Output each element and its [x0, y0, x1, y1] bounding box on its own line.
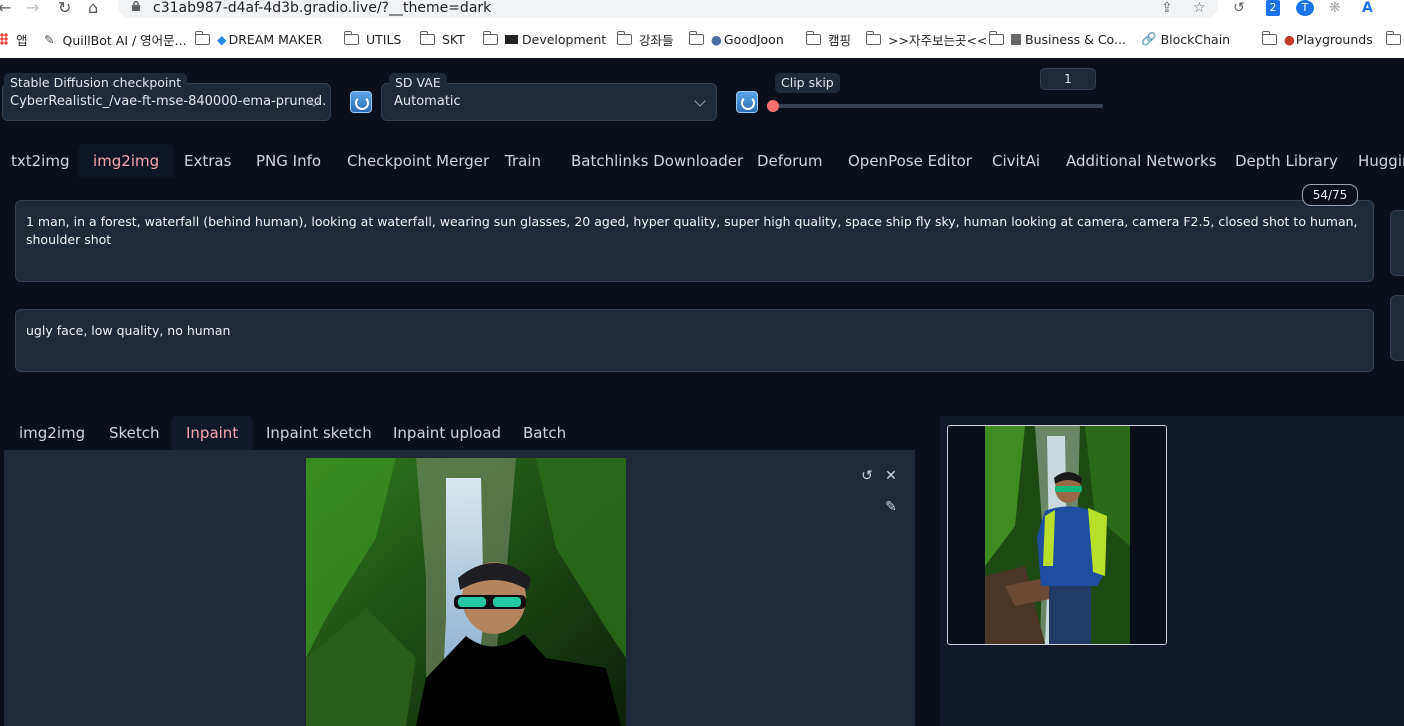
star-icon[interactable]: ☆ [1193, 0, 1206, 16]
laptop-icon [505, 34, 518, 44]
tab-depth-library[interactable]: Depth Library [1222, 144, 1351, 178]
quillbot-icon: ✎ [44, 31, 55, 47]
negative-prompt-input[interactable]: ugly face, low quality, no human [15, 309, 1374, 372]
bookmark-dream-maker[interactable]: ◆ DREAM MAKER [195, 28, 322, 50]
bookmark-business[interactable]: Business & Co... [989, 28, 1126, 50]
folder-icon [866, 30, 881, 45]
output-image[interactable] [985, 426, 1130, 644]
subtab-inpaint-sketch[interactable]: Inpaint sketch [254, 416, 384, 450]
refresh-checkpoint-button[interactable] [350, 91, 372, 113]
apps-grid-icon [0, 33, 8, 45]
extension-t-icon[interactable]: T [1296, 0, 1314, 16]
url-text[interactable]: c31ab987-d4af-4d3b.gradio.live/?__theme=… [153, 0, 491, 16]
bookmark-more[interactable] [1386, 28, 1404, 50]
bookmark-blockchain[interactable]: 🔗 BlockChain [1141, 28, 1230, 50]
clip-skip-slider-handle[interactable] [767, 100, 779, 112]
folder-icon [689, 30, 704, 45]
browser-chrome: ← → ↻ ⌂ c31ab987-d4af-4d3b.gradio.live/?… [0, 0, 1404, 58]
side-panel-bottom [1390, 295, 1404, 361]
tab-train[interactable]: Train [492, 144, 554, 178]
gem-icon: ◆ [217, 31, 227, 47]
bookmark-quillbot[interactable]: ✎ QuillBot AI / 영어문... [44, 28, 187, 50]
webui-app: CyberRealistic_/vae-ft-mse-840000-ema-pr… [0, 58, 1404, 726]
forward-icon[interactable]: → [26, 0, 39, 18]
folder-icon [344, 30, 359, 45]
bookmark-skt[interactable]: SKT [420, 28, 465, 50]
inpaint-canvas[interactable]: ↺ ✕ ✎ [11, 458, 908, 726]
bookmark-apps[interactable]: 앱 [0, 28, 28, 50]
brush-icon[interactable]: ✎ [882, 498, 900, 516]
subtab-inpaint-upload[interactable]: Inpaint upload [381, 416, 513, 450]
home-icon[interactable]: ⌂ [88, 0, 98, 18]
folder-icon [195, 30, 210, 45]
bookmark-playgrounds[interactable]: ● Playgrounds [1262, 28, 1373, 50]
share-icon[interactable]: ⇪ [1161, 0, 1173, 16]
bookmark-utils[interactable]: UTILS [344, 28, 401, 50]
person-icon: ● [711, 31, 722, 47]
tab-huggingface[interactable]: Huggin [1345, 144, 1404, 178]
token-counter: 54/75 [1302, 184, 1358, 206]
subtab-img2img[interactable]: img2img [8, 416, 96, 450]
bookmark-goodjoon[interactable]: ● GoodJoon [689, 28, 784, 50]
history-icon[interactable]: ↺ [1233, 0, 1245, 16]
folder-icon [1386, 30, 1401, 45]
bookmark-courses[interactable]: 강좌들 [617, 28, 674, 50]
checkpoint-label: Stable Diffusion checkpoint [4, 73, 188, 93]
side-panel-top [1390, 210, 1404, 276]
folder-icon [806, 30, 821, 45]
clip-skip-slider-track[interactable] [773, 104, 1103, 108]
url-bar: ← → ↻ ⌂ c31ab987-d4af-4d3b.gradio.live/?… [0, 0, 1404, 22]
vae-label: SD VAE [389, 73, 447, 93]
tab-extras[interactable]: Extras [172, 144, 243, 178]
bookmarks-bar: 앱 ✎ QuillBot AI / 영어문... ◆ DREAM MAKER UTI… [0, 28, 1404, 52]
bookmark-development[interactable]: Development [483, 28, 606, 50]
tab-png-info[interactable]: PNG Info [244, 144, 333, 178]
lock-icon [132, 1, 140, 11]
back-icon[interactable]: ← [0, 0, 11, 18]
link-icon: 🔗 [1141, 31, 1157, 46]
folder-icon [1262, 30, 1277, 45]
extension-gear-icon[interactable]: ❋ [1329, 0, 1341, 16]
tab-checkpoint-merger[interactable]: Checkpoint Merger [334, 144, 502, 178]
tab-openpose-editor[interactable]: OpenPose Editor [835, 144, 985, 178]
clip-skip-number[interactable]: 1 [1040, 68, 1096, 90]
tab-img2img[interactable]: img2img [78, 144, 175, 178]
subtab-batch[interactable]: Batch [511, 416, 578, 450]
joystick-icon: ● [1284, 31, 1295, 47]
clip-skip-label: Clip skip [775, 73, 840, 93]
folder-icon [617, 30, 632, 45]
undo-icon[interactable]: ↺ [858, 467, 876, 485]
translate-icon[interactable]: A [1362, 0, 1373, 16]
subtab-sketch[interactable]: Sketch [97, 416, 172, 450]
bookmark-favorites[interactable]: >>자주보는곳<< [866, 28, 987, 50]
refresh-vae-button[interactable] [736, 91, 758, 113]
img2img-subtabs: img2img Sketch Inpaint Inpaint sketch In… [0, 416, 915, 450]
tab-additional-networks[interactable]: Additional Networks [1053, 144, 1230, 178]
tab-txt2img[interactable]: txt2img [0, 144, 80, 178]
generated-hiker-image [985, 426, 1130, 644]
chevron-down-icon [694, 95, 706, 107]
forest-waterfall-image [306, 458, 626, 726]
tab-civitai[interactable]: CivitAi [979, 144, 1053, 178]
folder-icon [483, 30, 498, 45]
inpaint-source-image[interactable] [306, 458, 626, 726]
subtab-inpaint[interactable]: Inpaint [171, 416, 254, 450]
main-tabs: txt2img img2img Extras PNG Info Checkpoi… [0, 144, 1404, 178]
positive-prompt-input[interactable]: 1 man, in a forest, waterfall (behind hu… [15, 200, 1374, 282]
bookmark-camping[interactable]: 캠핑 [806, 28, 851, 50]
tab-deforum[interactable]: Deforum [744, 144, 836, 178]
folder-icon [989, 30, 1004, 45]
close-icon[interactable]: ✕ [882, 467, 900, 485]
tab-batchlinks-downloader[interactable]: Batchlinks Downloader [558, 144, 756, 178]
reload-icon[interactable]: ↻ [58, 0, 71, 18]
folder-icon [420, 30, 435, 45]
extension-2-icon[interactable]: 2 [1266, 0, 1280, 16]
inpaint-canvas-area: ↺ ✕ ✎ [4, 450, 915, 726]
output-gallery-item[interactable] [947, 425, 1167, 645]
building-icon [1011, 33, 1021, 45]
